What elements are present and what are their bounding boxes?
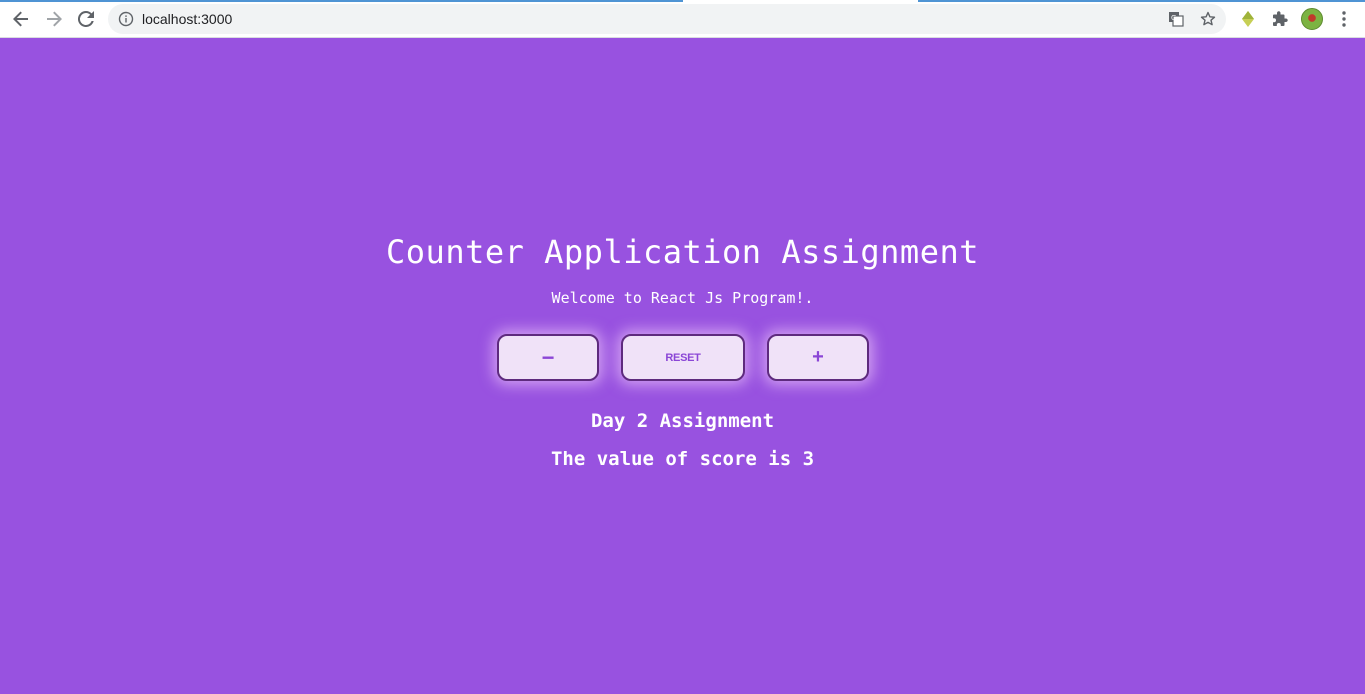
score-text: The value of score is 3: [550, 448, 815, 470]
profile-avatar[interactable]: [1301, 8, 1323, 30]
bookmark-star-icon[interactable]: [1200, 11, 1216, 27]
svg-text:G: G: [1171, 14, 1176, 22]
translate-icon[interactable]: G: [1168, 11, 1184, 27]
address-bar[interactable]: localhost:3000 G: [108, 4, 1226, 34]
browser-toolbar: localhost:3000 G: [0, 0, 1365, 38]
extensions-puzzle-icon[interactable]: [1270, 9, 1290, 29]
forward-icon[interactable]: [42, 7, 66, 31]
decrement-button[interactable]: −: [497, 334, 599, 381]
reset-button[interactable]: RESET: [621, 334, 745, 381]
reload-icon[interactable]: [74, 7, 98, 31]
tab-strip-accent: [0, 0, 1365, 2]
menu-dots-icon[interactable]: [1340, 11, 1348, 27]
increment-button[interactable]: +: [767, 334, 869, 381]
info-icon[interactable]: [118, 11, 134, 27]
welcome-subtitle: Welcome to React Js Program!.: [551, 289, 814, 307]
url-text: localhost:3000: [142, 11, 233, 27]
extension-diamond-icon[interactable]: [1238, 9, 1258, 29]
page-title: Counter Application Assignment: [386, 233, 979, 271]
app-page: Counter Application Assignment Welcome t…: [0, 38, 1365, 694]
day-label: Day 2 Assignment: [590, 410, 775, 432]
back-icon[interactable]: [9, 7, 33, 31]
